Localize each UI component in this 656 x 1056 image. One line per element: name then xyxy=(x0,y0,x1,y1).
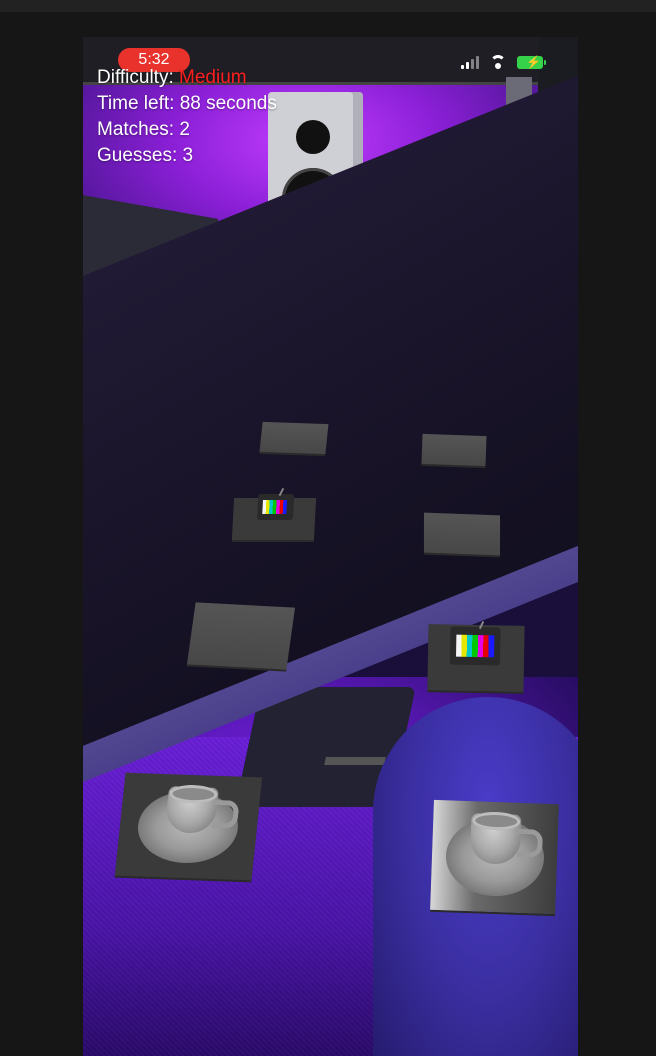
tv-icon xyxy=(256,487,295,520)
battery-charging-icon: ⚡ xyxy=(517,55,546,69)
wifi-icon xyxy=(489,55,507,69)
phone-screen: 5:32 ⚡ Difficulty: Medium Time left: 88 … xyxy=(83,37,578,1056)
card-7[interactable] xyxy=(114,772,263,881)
window-top-bar xyxy=(0,0,656,12)
card-8[interactable] xyxy=(430,799,559,915)
matches-text: Matches: 2 xyxy=(97,119,190,140)
cellular-signal-icon xyxy=(461,55,479,69)
card-2[interactable] xyxy=(421,433,487,467)
difficulty-line: Difficulty: Medium xyxy=(97,65,277,91)
card-3[interactable] xyxy=(231,487,317,540)
status-bar-icons: ⚡ xyxy=(461,53,546,69)
difficulty-value: Medium xyxy=(179,67,247,88)
card-6[interactable] xyxy=(427,621,525,692)
teacup-handle xyxy=(517,828,543,858)
card-1[interactable] xyxy=(259,421,329,455)
card-5[interactable] xyxy=(186,602,296,670)
difficulty-label: Difficulty: xyxy=(97,67,174,88)
tv-icon xyxy=(449,621,501,666)
time-left-text: Time left: 88 seconds xyxy=(97,93,277,114)
card-4[interactable] xyxy=(423,512,501,556)
game-hud: Difficulty: Medium Time left: 88 seconds… xyxy=(97,65,277,169)
guesses-text: Guesses: 3 xyxy=(97,145,194,166)
